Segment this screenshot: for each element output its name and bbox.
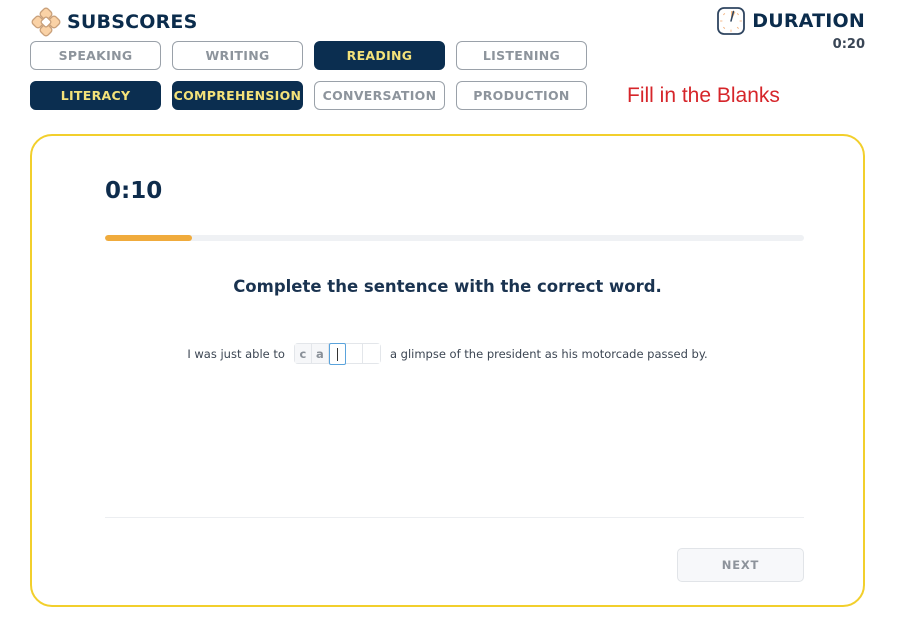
- divider: [105, 517, 804, 518]
- question-timer: 0:10: [105, 178, 163, 204]
- sentence-before: I was just able to: [187, 346, 285, 361]
- tab-conversation[interactable]: CONVERSATION: [314, 81, 445, 110]
- tab-comprehension[interactable]: COMPREHENSION: [172, 81, 303, 110]
- duration-value: 0:20: [832, 37, 865, 52]
- task-type-label: Fill in the Blanks: [627, 84, 780, 107]
- letter-cell-4[interactable]: [345, 344, 363, 363]
- sentence: I was just able to c a a glimpse of the …: [32, 343, 863, 365]
- subscores-title: SUBSCORES: [67, 11, 198, 33]
- subscores-header: SUBSCORES: [31, 7, 197, 37]
- word-blank-input[interactable]: c a: [293, 343, 381, 365]
- tab-literacy[interactable]: LITERACY: [30, 81, 161, 110]
- letter-cell-3-active[interactable]: [328, 343, 346, 365]
- duration-header: DURATION: [716, 6, 865, 36]
- question-prompt: Complete the sentence with the correct w…: [233, 277, 662, 296]
- letter-cell-1[interactable]: c: [294, 344, 312, 363]
- tab-production[interactable]: PRODUCTION: [456, 81, 587, 110]
- timer-clock-icon: [716, 6, 746, 36]
- tab-reading[interactable]: READING: [314, 41, 445, 70]
- sentence-after: a glimpse of the president as his motorc…: [389, 346, 708, 361]
- time-progress-bar: [105, 235, 804, 241]
- tab-listening[interactable]: LISTENING: [456, 41, 587, 70]
- letter-cell-2[interactable]: a: [311, 344, 329, 363]
- tab-speaking[interactable]: SPEAKING: [30, 41, 161, 70]
- letter-cell-5[interactable]: [362, 344, 380, 363]
- question-card: 0:10 Complete the sentence with the corr…: [30, 134, 865, 607]
- next-button[interactable]: NEXT: [677, 548, 804, 582]
- duration-title: DURATION: [752, 10, 865, 32]
- tab-writing[interactable]: WRITING: [172, 41, 303, 70]
- text-cursor: [336, 347, 338, 361]
- time-progress-fill: [105, 235, 193, 241]
- diamond-grid-icon: [31, 7, 61, 37]
